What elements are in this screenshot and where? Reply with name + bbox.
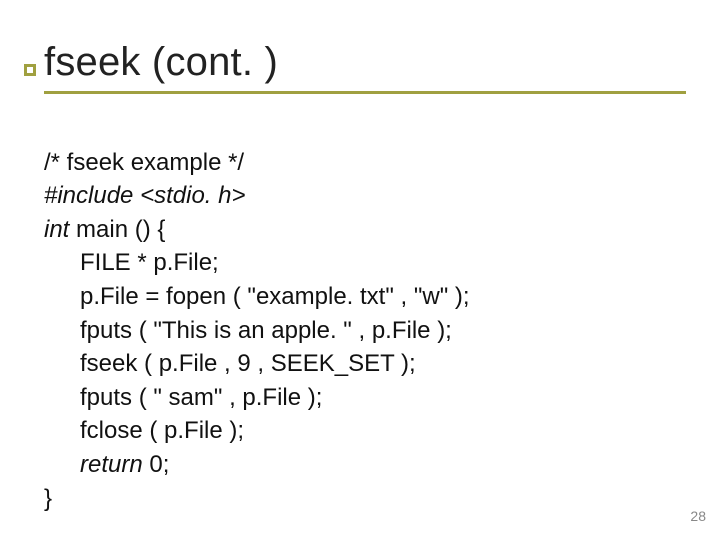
code-line-3-keyword: int <box>44 216 69 243</box>
code-line-3-rest: main () { <box>69 216 165 243</box>
code-line-4: FILE * p.File; <box>44 246 686 280</box>
code-line-8: fputs ( " sam" , p.File ); <box>44 381 686 415</box>
code-line-1: /* fseek example */ <box>44 149 244 176</box>
title-underline <box>44 91 686 94</box>
slide: fseek (cont. ) /* fseek example */ #incl… <box>0 0 720 540</box>
slide-title: fseek (cont. ) <box>44 40 686 85</box>
code-line-2-rest: <stdio. h> <box>133 182 245 209</box>
code-line-11: } <box>44 485 52 512</box>
code-line-5: p.File = fopen ( "example. txt" , "w" ); <box>44 280 686 314</box>
code-line-10-rest: 0; <box>143 451 170 478</box>
accent-bullet-icon <box>24 64 36 76</box>
code-line-2-keyword: #include <box>44 182 133 209</box>
code-line-9: fclose ( p.File ); <box>44 414 686 448</box>
code-line-10-keyword: return <box>80 451 143 478</box>
code-line-7: fseek ( p.File , 9 , SEEK_SET ); <box>44 347 686 381</box>
code-line-6: fputs ( "This is an apple. " , p.File ); <box>44 314 686 348</box>
page-number: 28 <box>690 508 706 524</box>
code-line-10: return 0; <box>44 448 686 482</box>
code-block: /* fseek example */ #include <stdio. h> … <box>44 112 686 549</box>
